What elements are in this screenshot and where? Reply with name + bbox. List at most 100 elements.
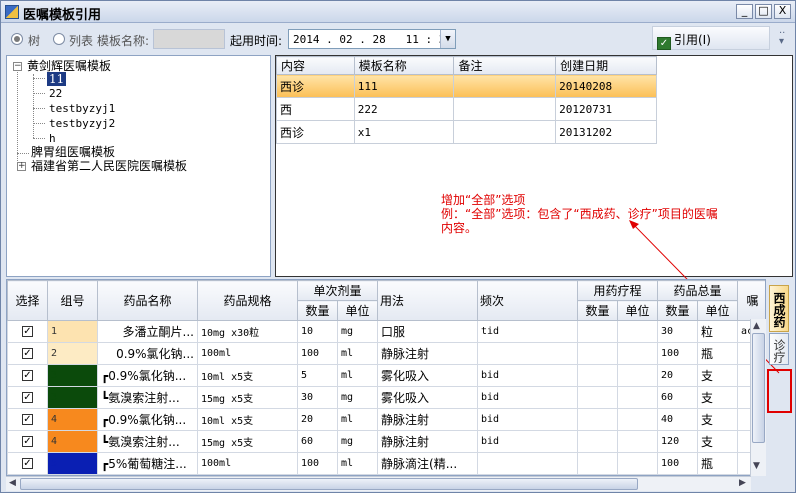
tree-node-item[interactable]: 22 (49, 86, 62, 101)
spec-cell: 100ml (197, 342, 298, 365)
table-row[interactable]: ✓ 4 ┏0.9%氯化钠... 10ml x5支 20 ml 静脉注射 bid 40 支 (7, 408, 765, 431)
column-header-spec[interactable]: 药品规格 (197, 280, 298, 321)
toolbar-grip-icon[interactable]: ·· ▾ (779, 29, 785, 47)
column-header-total-unit[interactable]: 单位 (697, 300, 739, 321)
group-cell: 4 (47, 430, 98, 453)
collapse-icon[interactable]: − (13, 62, 22, 71)
select-checkbox[interactable]: ✓ (7, 364, 48, 387)
table-row[interactable]: 西诊 x1 20131202 (276, 120, 657, 144)
course-unit-cell (617, 408, 659, 431)
spec-cell: 10mg x30粒 (197, 320, 298, 343)
total-unit-cell: 支 (697, 408, 739, 431)
column-header-total-qty[interactable]: 数量 (657, 300, 699, 321)
column-header-name[interactable]: 模板名称 (353, 56, 455, 75)
usage-cell: 静脉滴注(精... (377, 452, 479, 475)
select-checkbox[interactable]: ✓ (7, 342, 48, 365)
column-header-group[interactable]: 组号 (47, 280, 98, 321)
select-checkbox[interactable]: ✓ (7, 320, 48, 343)
scroll-down-icon[interactable]: ▼ (753, 461, 760, 471)
frequency-cell: bid (477, 430, 579, 453)
column-header-drug-name[interactable]: 药品名称 (97, 280, 198, 321)
tree-node-item[interactable]: testbyzyj1 (49, 101, 115, 116)
checkbox-icon[interactable]: ✓ (22, 326, 33, 337)
dose-qty-cell: 100 (297, 342, 338, 365)
column-header-date[interactable]: 创建日期 (555, 56, 657, 75)
table-row[interactable]: ✓ 2 0.9%氯化钠... 100ml 100 ml 静脉注射 100 瓶 (7, 342, 765, 365)
start-time-picker[interactable]: 2014 . 02 . 28 11 : 38 ▼ (288, 29, 456, 49)
tree-node-group[interactable]: 黄剑辉医嘱模板 (27, 59, 111, 74)
tab-treatment[interactable]: 诊疗 (769, 333, 789, 365)
scrollbar-thumb[interactable] (20, 478, 638, 490)
column-header-content[interactable]: 内容 (276, 56, 355, 75)
course-unit-cell (617, 364, 659, 387)
column-header-select[interactable]: 选择 (7, 280, 48, 321)
radio-tree[interactable] (11, 33, 23, 45)
close-button[interactable]: X (774, 4, 791, 19)
column-header-dose-unit[interactable]: 单位 (336, 300, 379, 321)
checkbox-icon[interactable]: ✓ (22, 370, 33, 381)
total-qty-cell: 20 (657, 364, 699, 387)
total-unit-cell: 粒 (697, 320, 739, 343)
table-row[interactable]: 西诊 111 20140208 (276, 74, 657, 98)
column-header-single-dose[interactable]: 单次剂量 (296, 280, 379, 301)
checkbox-icon[interactable]: ✓ (22, 392, 33, 403)
group-cell: 2 (47, 342, 98, 365)
select-checkbox[interactable]: ✓ (7, 386, 48, 409)
table-row[interactable]: ✓ 1 多潘立酮片... 10mg x30粒 10 mg 口服 tid 30 粒 ac (7, 320, 765, 343)
horizontal-scrollbar[interactable]: ◀ ▶ (6, 476, 751, 491)
table-row[interactable]: ✓ 5 ┏5%葡萄糖注... 100ml 100 ml 静脉滴注(精... 100 瓶 (7, 452, 765, 475)
tab-western-medicine[interactable]: 西成药 (769, 285, 789, 332)
select-checkbox[interactable]: ✓ (7, 408, 48, 431)
template-quote-window: 医嘱模板引用 _ □ X 树 列表 模板名称: 起用时间: 2014 . 02 … (0, 0, 796, 493)
scroll-up-icon[interactable]: ▲ (753, 321, 760, 331)
table-row[interactable]: 西 222 20120731 (276, 97, 657, 121)
annotation-text: 增加“全部”选项 例：“全部”选项：包含了“西成药、诊疗”项目的医嘱 内容。 (441, 193, 718, 235)
column-header-total[interactable]: 药品总量 (657, 280, 739, 301)
scroll-right-icon[interactable]: ▶ (739, 478, 746, 488)
spec-cell: 10ml x5支 (197, 364, 298, 387)
table-row[interactable]: ✓ 3 ┗氨溴索注射... 15mg x5支 30 mg 雾化吸入 bid 60 支 (7, 386, 765, 409)
checkbox-icon[interactable]: ✓ (22, 458, 33, 469)
column-header-usage[interactable]: 用法 (377, 280, 479, 321)
total-qty-cell: 100 (657, 452, 699, 475)
tree-node-item[interactable]: 11 (47, 72, 67, 87)
group-cell: 1 (47, 320, 98, 343)
column-header-frequency[interactable]: 频次 (477, 280, 579, 321)
column-header-course-qty[interactable]: 数量 (577, 300, 619, 321)
dose-unit-cell: ml (336, 342, 379, 365)
vertical-scrollbar[interactable]: ▲ ▼ (750, 319, 766, 476)
tree-node-group[interactable]: 福建省第二人民医院医嘱模板 (31, 159, 187, 174)
template-grid: 内容 模板名称 备注 创建日期 西诊 111 20140208 西 222 20… (275, 55, 793, 277)
expand-icon[interactable]: + (17, 162, 26, 171)
scrollbar-thumb[interactable] (752, 333, 765, 443)
frequency-cell: bid (477, 408, 579, 431)
quote-button[interactable]: ✓ 引用(I) (652, 26, 770, 50)
select-checkbox[interactable]: ✓ (7, 452, 48, 475)
dose-qty-cell: 10 (297, 320, 338, 343)
select-checkbox[interactable]: ✓ (7, 430, 48, 453)
table-row[interactable]: ✓ 4 ┗氨溴索注射... 15mg x5支 60 mg 静脉注射 bid 120 支 (7, 430, 765, 453)
drug-name-cell: ┏5%葡萄糖注... (97, 452, 198, 475)
checkbox-icon[interactable]: ✓ (22, 436, 33, 447)
checkbox-icon[interactable]: ✓ (22, 348, 33, 359)
chevron-down-icon[interactable]: ▼ (440, 30, 455, 48)
radio-list[interactable] (53, 33, 65, 45)
tree-node-group[interactable]: 脾胃组医嘱模板 (31, 145, 115, 160)
column-header-dose-qty[interactable]: 数量 (297, 300, 338, 321)
column-header-extra[interactable]: 嘱 (737, 280, 765, 321)
scroll-left-icon[interactable]: ◀ (9, 478, 16, 488)
tree-node-item[interactable]: testbyzyj2 (49, 116, 115, 131)
total-unit-cell: 支 (697, 386, 739, 409)
drug-grid: 选择 组号 药品名称 药品规格 单次剂量 用法 频次 用药疗程 药品总量 嘱 数… (6, 279, 766, 476)
minimize-button[interactable]: _ (736, 4, 753, 19)
column-header-course-unit[interactable]: 单位 (617, 300, 659, 321)
template-name-input[interactable] (153, 29, 225, 49)
dose-unit-cell: ml (336, 452, 379, 475)
tree-node-item[interactable]: h (49, 131, 56, 146)
usage-cell: 静脉注射 (377, 430, 479, 453)
column-header-course[interactable]: 用药疗程 (577, 280, 659, 301)
table-row[interactable]: ✓ 3 ┏0.9%氯化钠... 10ml x5支 5 ml 雾化吸入 bid 20 支 (7, 364, 765, 387)
checkbox-icon[interactable]: ✓ (22, 414, 33, 425)
maximize-button[interactable]: □ (755, 4, 772, 19)
column-header-note[interactable]: 备注 (453, 56, 557, 75)
